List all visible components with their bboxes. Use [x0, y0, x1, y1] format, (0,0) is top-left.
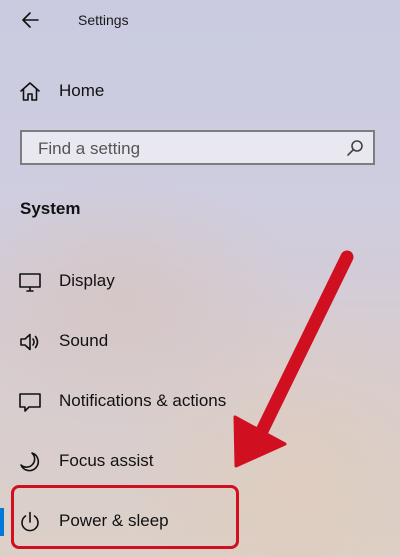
notification-icon	[19, 393, 41, 412]
nav-item-sound[interactable]: Sound	[0, 320, 400, 364]
arrow-left-icon	[22, 12, 39, 28]
search-icon[interactable]	[346, 139, 364, 157]
search-input[interactable]	[36, 137, 340, 161]
nav-item-focus-assist[interactable]: Focus assist	[0, 440, 400, 484]
window-title: Settings	[78, 12, 129, 28]
home-icon	[20, 82, 40, 101]
section-title: System	[20, 199, 81, 218]
nav-item-notifications[interactable]: Notifications & actions	[0, 380, 400, 424]
nav-item-label: Display	[59, 271, 115, 290]
nav-item-label: Sound	[59, 331, 109, 350]
nav-home-label: Home	[59, 81, 105, 100]
nav-item-label: Focus assist	[59, 451, 154, 470]
speaker-icon	[20, 333, 39, 351]
display-icon	[19, 273, 41, 292]
nav-item-label: Notifications & actions	[59, 391, 227, 410]
back-button[interactable]	[18, 8, 44, 32]
annotation-highlight-box	[11, 485, 239, 549]
moon-icon	[20, 452, 40, 472]
nav-item-display[interactable]: Display	[0, 260, 400, 304]
title-bar: Settings	[0, 0, 400, 40]
search-box[interactable]	[20, 130, 375, 165]
nav-home[interactable]: Home	[0, 70, 400, 114]
